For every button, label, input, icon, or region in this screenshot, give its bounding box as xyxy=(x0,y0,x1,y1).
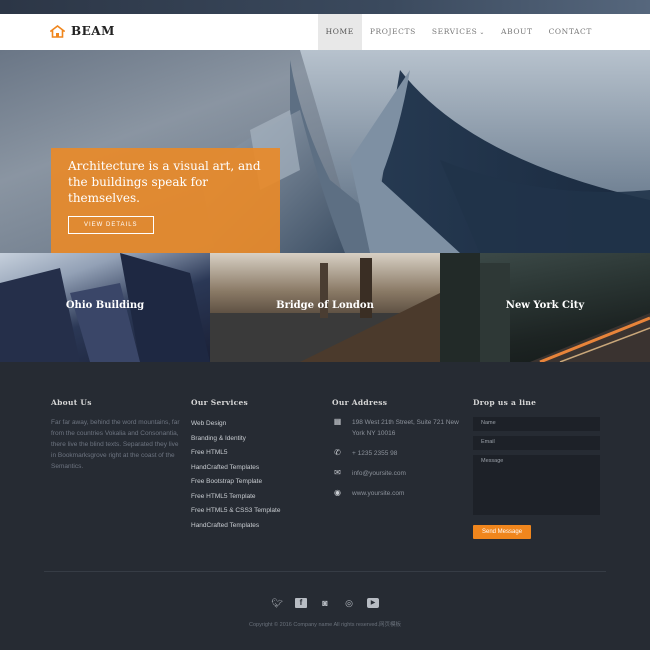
home-icon xyxy=(50,24,65,38)
service-link[interactable]: Free HTML5 & CSS3 Template xyxy=(191,504,280,519)
globe-icon: ◉ xyxy=(334,488,341,497)
footer-contact-form: Drop us a line Name Email Message Send M… xyxy=(473,398,600,539)
about-heading: About Us xyxy=(51,398,92,407)
footer-divider xyxy=(44,571,606,572)
gallery-caption: Bridge of London xyxy=(276,300,374,311)
email-field[interactable]: Email xyxy=(473,436,600,450)
twitter-icon[interactable]: 🐦︎ xyxy=(271,598,283,608)
chevron-down-icon: ⌄ xyxy=(479,29,486,36)
address-phone[interactable]: + 1235 2355 98 xyxy=(352,448,460,459)
address-email[interactable]: info@yoursite.com xyxy=(352,468,460,479)
name-field[interactable]: Name xyxy=(473,417,600,431)
service-link[interactable]: Free HTML5 Template xyxy=(191,490,280,505)
facebook-icon[interactable]: f xyxy=(295,598,307,608)
form-heading: Drop us a line xyxy=(473,398,537,407)
hero-section: Architecture is a visual art, and the bu… xyxy=(0,50,650,253)
site-header: BEAM HOME PROJECTS SERVICES ⌄ ABOUT CONTA… xyxy=(0,14,650,50)
gallery-tile-ohio[interactable]: Ohio Building xyxy=(0,253,210,362)
address-phone-row: ✆ + 1235 2355 98 xyxy=(332,448,460,459)
nav-services-label: SERVICES xyxy=(431,27,478,36)
main-nav: HOME PROJECTS SERVICES ⌄ ABOUT CONTACT xyxy=(317,14,600,50)
project-gallery: Ohio Building Bridge of London New York … xyxy=(0,253,650,362)
gallery-tile-bridge[interactable]: Bridge of London xyxy=(210,253,440,362)
mail-icon: ✉ xyxy=(334,468,341,477)
hero-callout: Architecture is a visual art, and the bu… xyxy=(51,148,280,253)
nav-projects[interactable]: PROJECTS xyxy=(362,14,424,50)
hero-headline: Architecture is a visual art, and the bu… xyxy=(68,159,261,205)
nav-about[interactable]: ABOUT xyxy=(493,14,541,50)
nav-contact[interactable]: CONTACT xyxy=(541,14,600,50)
service-link[interactable]: Free Bootstrap Template xyxy=(191,475,280,490)
service-link[interactable]: Branding & Identity xyxy=(191,432,280,447)
social-links: 🐦︎ f ◙ ◎ ▶ xyxy=(0,598,650,608)
phone-icon: ✆ xyxy=(334,448,341,457)
view-details-button[interactable]: VIEW DETAILS xyxy=(68,216,154,234)
send-message-button[interactable]: Send Message xyxy=(473,525,532,539)
service-link[interactable]: HandCrafted Templates xyxy=(191,461,280,476)
nav-home[interactable]: HOME xyxy=(317,14,362,50)
instagram-icon[interactable]: ◙ xyxy=(319,598,331,608)
gallery-caption: Ohio Building xyxy=(65,300,145,311)
map-icon: ▦ xyxy=(333,417,342,426)
address-street: 198 West 21th Street, Suite 721 New York… xyxy=(352,419,459,437)
address-website[interactable]: www.yoursite.com xyxy=(352,488,460,499)
address-website-row: ◉ www.yoursite.com xyxy=(332,488,460,499)
service-link[interactable]: Web Design xyxy=(191,417,280,432)
dribbble-icon[interactable]: ◎ xyxy=(343,598,355,608)
address-email-row: ✉ info@yoursite.com xyxy=(332,468,460,479)
address-heading: Our Address xyxy=(332,398,388,407)
youtube-icon[interactable]: ▶ xyxy=(367,598,379,608)
footer-services: Our Services Web Design Branding & Ident… xyxy=(191,398,280,533)
services-heading: Our Services xyxy=(191,398,249,407)
gallery-tile-newyork[interactable]: New York City xyxy=(440,253,650,362)
footer-about: About Us Far far away, behind the word m… xyxy=(51,398,183,472)
nav-services[interactable]: SERVICES ⌄ xyxy=(424,14,493,50)
service-link[interactable]: HandCrafted Templates xyxy=(191,519,280,534)
gallery-caption: New York City xyxy=(505,300,585,311)
logo[interactable]: BEAM xyxy=(50,24,115,38)
top-band xyxy=(0,0,650,14)
about-text: Far far away, behind the word mountains,… xyxy=(51,419,180,470)
service-link[interactable]: Free HTML5 xyxy=(191,446,280,461)
message-field[interactable]: Message xyxy=(473,455,600,515)
address-street-row: ▦ 198 West 21th Street, Suite 721 New Yo… xyxy=(332,417,460,439)
brand-name: BEAM xyxy=(71,24,115,38)
footer-address: Our Address ▦ 198 West 21th Street, Suit… xyxy=(332,398,460,508)
copyright-text: Copyright © 2016 Company name All rights… xyxy=(248,622,401,628)
site-footer: About Us Far far away, behind the word m… xyxy=(0,362,650,650)
